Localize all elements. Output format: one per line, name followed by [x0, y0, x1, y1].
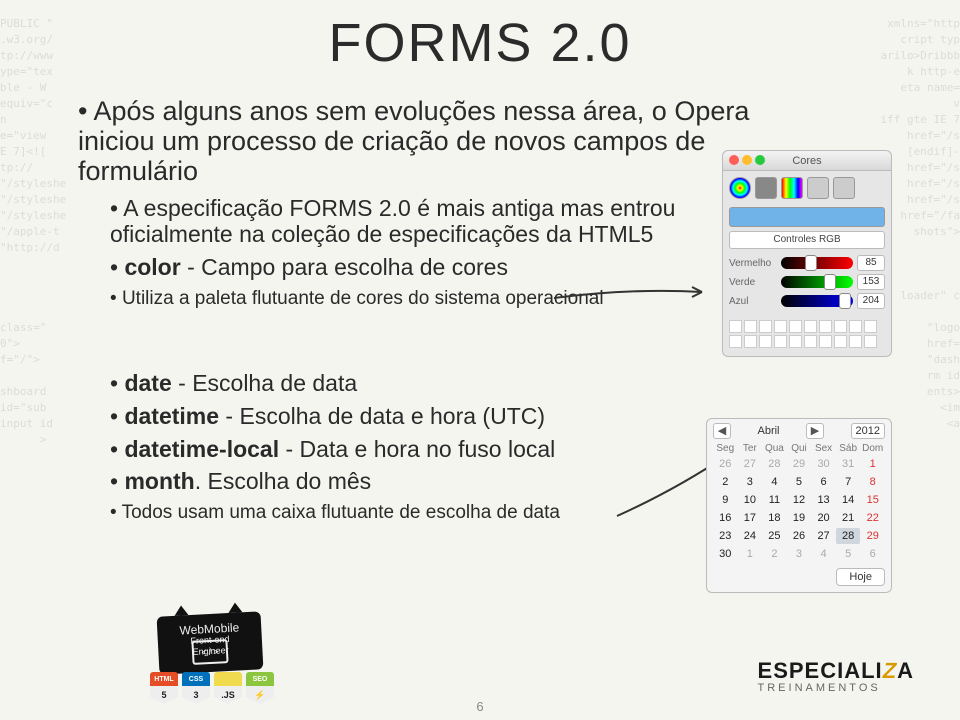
prev-month-button[interactable]: ◀ — [713, 423, 731, 439]
course-badge: WebMobileFront-endEngineer </> HTML5 CSS… — [150, 614, 270, 704]
day-of-week-header: SegTerQuaQuiSexSábDom — [707, 443, 891, 456]
date-picker-panel: ◀ Abril ▶ 2012 SegTerQuaQuiSexSábDom 262… — [706, 418, 892, 593]
html5-shield: HTML5 — [150, 672, 178, 704]
js-shield: .JS — [214, 672, 242, 704]
slider-green[interactable]: Verde 153 — [729, 274, 885, 290]
company-logo: ESPECIALIZA TREINAMENTOS — [758, 658, 914, 694]
color-presets — [723, 316, 891, 356]
bullet-main: Após alguns anos sem evoluções nessa áre… — [78, 96, 760, 187]
css3-shield: CSS3 — [182, 672, 210, 704]
traffic-light-dots — [729, 155, 765, 165]
bullet-color: color - Campo para escolha de cores — [110, 254, 760, 281]
seo-shield: SEO⚡ — [246, 672, 274, 704]
calendar-grid[interactable]: 2627282930311 2345678 9101112131415 1617… — [707, 456, 891, 562]
color-mode-tabs — [723, 171, 891, 205]
today-button[interactable]: Hoje — [836, 568, 885, 586]
slider-red[interactable]: Vermelho 85 — [729, 255, 885, 271]
color-panel-titlebar: Cores — [723, 151, 891, 171]
color-picker-panel: Cores Controles RGB Vermelho 85 Verde 15… — [722, 150, 892, 357]
year-stepper[interactable]: 2012 — [851, 423, 885, 439]
color-panel-title: Cores — [792, 155, 821, 167]
slider-blue[interactable]: Azul 204 — [729, 293, 885, 309]
bullet-date: date - Escolha de data — [110, 370, 760, 397]
month-label: Abril — [758, 425, 780, 437]
page-number: 6 — [0, 699, 960, 714]
slide-title: FORMS 2.0 — [0, 12, 960, 74]
bullet-spec: A especificação FORMS 2.0 é mais antiga … — [110, 195, 760, 248]
color-mode-select[interactable]: Controles RGB — [729, 231, 885, 249]
color-preview — [729, 207, 885, 227]
bullet-datetime: datetime - Escolha de data e hora (UTC) — [110, 403, 760, 430]
arrow-to-color-panel — [552, 286, 712, 302]
next-month-button[interactable]: ▶ — [806, 423, 824, 439]
